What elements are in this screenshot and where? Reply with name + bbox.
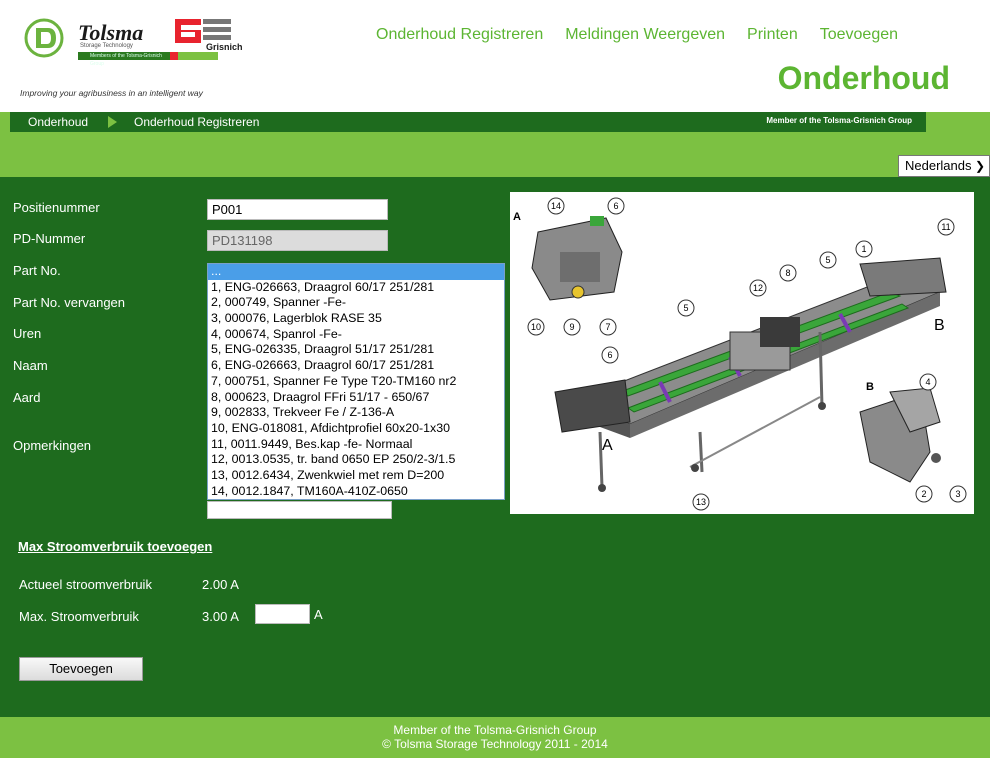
part-option[interactable]: 7, 000751, Spanner Fe Type T20-TM160 nr2 (208, 374, 504, 390)
band-right (926, 112, 990, 132)
callout-4: 4 (925, 377, 930, 387)
part-option[interactable]: 12, 0013.0535, tr. band 0650 EP 250/2-3/… (208, 452, 504, 468)
callout-12: 12 (753, 283, 763, 293)
section-label-b: B (934, 317, 945, 334)
brand-subtitle: Storage Technology (80, 43, 133, 49)
chevron-down-icon: ❯ (974, 159, 985, 173)
section-label-a: A (602, 437, 613, 454)
callout-8: 8 (785, 268, 790, 278)
breadcrumb-member-text: Member of the Tolsma-Grisnich Group (766, 116, 912, 125)
pd-nummer-input: PD131198 (207, 230, 388, 251)
section-label-a: A (513, 211, 521, 223)
detail-a-top (531, 216, 623, 301)
callout-5: 5 (683, 303, 688, 313)
footer: Member of the Tolsma-Grisnich Group © To… (0, 717, 990, 758)
brand-logo[interactable]: Tolsma Storage Technology Grisnich Membe… (10, 14, 243, 98)
max-stroomverbruik-link[interactable]: Max Stroomverbruik toevoegen (18, 539, 212, 554)
brand-strip: Members of the Tolsma-Grisnich Group (78, 52, 170, 67)
label-pd-nummer: PD-Nummer (13, 231, 86, 246)
toevoegen-button[interactable]: Toevoegen (19, 657, 143, 681)
callout-13: 13 (696, 497, 706, 507)
detail-b-bottom (859, 387, 941, 483)
callout-3: 3 (955, 489, 960, 499)
part-option[interactable]: 13, 0012.6434, Zwenkwiel met rem D=200 (208, 468, 504, 484)
unit-label: A (314, 607, 323, 622)
part-option[interactable]: 3, 000076, Lagerblok RASE 35 (208, 311, 504, 327)
callout-7: 7 (605, 322, 610, 332)
label-actueel-stroomverbruik: Actueel stroomverbruik (19, 577, 152, 592)
positienummer-input[interactable]: P001 (207, 199, 388, 220)
part-option[interactable]: 2, 000749, Spanner -Fe- (208, 295, 504, 311)
callout-1: 1 (861, 244, 866, 254)
part-option[interactable]: 4, 000674, Spanrol -Fe- (208, 327, 504, 343)
nav-meldingen-weergeven[interactable]: Meldingen Weergeven (565, 26, 725, 44)
language-value: Nederlands (905, 158, 972, 173)
conveyor-diagram: A A B B 1 2 3 4 5 5 6 6 7 8 9 10 11 12 1… (510, 192, 974, 514)
nav-printen[interactable]: Printen (747, 26, 798, 44)
callout-10: 10 (531, 322, 541, 332)
footer-member: Member of the Tolsma-Grisnich Group (393, 723, 597, 737)
green-band (0, 132, 990, 177)
tolsma-logo-icon (24, 18, 64, 58)
language-select[interactable]: Nederlands ❯ (898, 155, 990, 177)
callout-6: 6 (613, 201, 618, 211)
callout-14: 14 (551, 201, 561, 211)
top-nav: Onderhoud Registreren Meldingen Weergeve… (376, 26, 898, 44)
label-opmerkingen: Opmerkingen (13, 438, 92, 453)
part-no-dropdown[interactable]: ... 1, ENG-026663, Draagrol 60/17 251/28… (207, 263, 505, 500)
label-uren: Uren (13, 326, 42, 341)
page-title: Onderhoud (777, 60, 950, 96)
label-part-no: Part No. (13, 263, 61, 278)
breadcrumb-arrow-icon (108, 116, 117, 128)
header: Tolsma Storage Technology Grisnich Membe… (0, 0, 990, 112)
part-option[interactable]: 14, 0012.1847, TM160A-410Z-0650 (208, 484, 504, 500)
opmerkingen-input[interactable] (207, 501, 392, 519)
part-option[interactable]: 6, ENG-026663, Draagrol 60/17 251/281 (208, 358, 504, 374)
brand-tagline: Improving your agribusiness in an intell… (20, 88, 203, 98)
footer-copyright: © Tolsma Storage Technology 2011 - 2014 (382, 737, 608, 751)
max-stroomverbruik-input[interactable] (255, 604, 310, 624)
breadcrumb-current[interactable]: Onderhoud Registreren (134, 115, 259, 129)
brand-strip-green (178, 52, 218, 60)
callout-2: 2 (921, 489, 926, 499)
band-left (0, 112, 10, 132)
part-option[interactable]: 5, ENG-026335, Draagrol 51/17 251/281 (208, 342, 504, 358)
callout-11: 11 (941, 222, 950, 232)
partner-name: Grisnich (206, 42, 243, 52)
label-positienummer: Positienummer (13, 200, 100, 215)
section-label-b: B (866, 381, 874, 393)
nav-onderhoud-registreren[interactable]: Onderhoud Registreren (376, 26, 543, 44)
part-option[interactable]: 1, ENG-026663, Draagrol 60/17 251/281 (208, 280, 504, 296)
breadcrumb: Onderhoud Onderhoud Registreren Member o… (10, 112, 926, 132)
part-option[interactable]: 10, ENG-018081, Afdichtprofiel 60x20-1x3… (208, 421, 504, 437)
max-stroomverbruik-value: 3.00 A (202, 609, 239, 624)
breadcrumb-root[interactable]: Onderhoud (28, 115, 88, 129)
part-option[interactable]: ... (208, 264, 504, 280)
callout-5: 5 (825, 255, 830, 265)
brand-strip-red (170, 52, 178, 60)
part-option[interactable]: 8, 000623, Draagrol FFri 51/17 - 650/67 (208, 390, 504, 406)
label-aard: Aard (13, 390, 41, 405)
nav-toevoegen[interactable]: Toevoegen (820, 26, 898, 44)
callout-6: 6 (607, 350, 612, 360)
label-part-no-vervangen: Part No. vervangen (13, 295, 126, 310)
callout-9: 9 (569, 322, 574, 332)
label-max-stroomverbruik: Max. Stroomverbruik (19, 609, 139, 624)
label-naam: Naam (13, 358, 48, 373)
part-option[interactable]: 9, 002833, Trekveer Fe / Z-136-A (208, 405, 504, 421)
part-option[interactable]: 11, 0011.9449, Bes.kap -fe- Normaal (208, 437, 504, 453)
actueel-stroomverbruik-value: 2.00 A (202, 577, 239, 592)
